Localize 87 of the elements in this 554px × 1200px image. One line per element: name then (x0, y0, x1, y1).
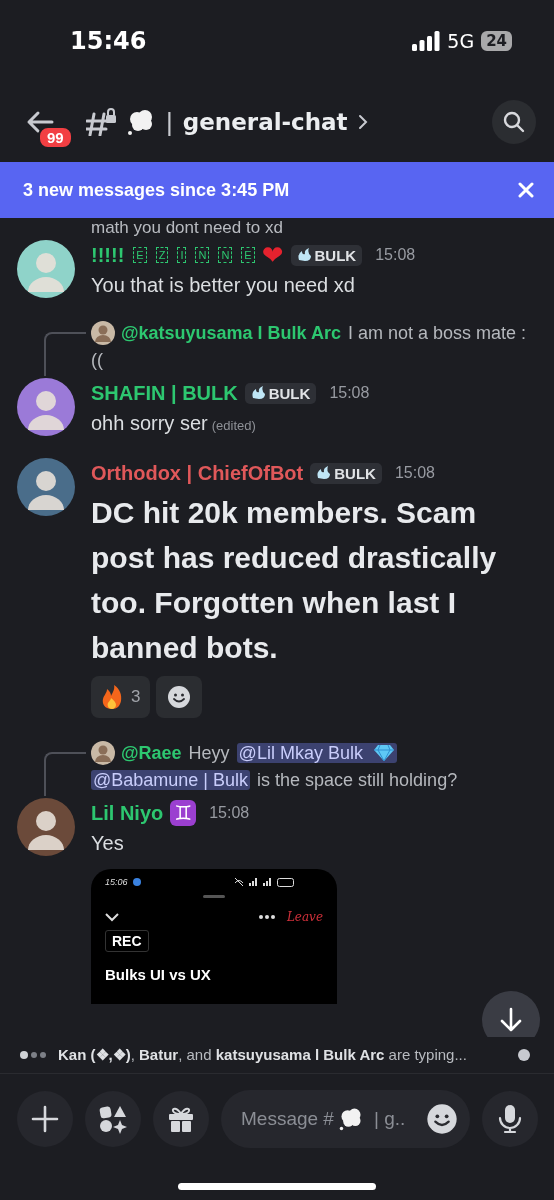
app-icon (132, 878, 141, 886)
boxed-letter: E (241, 247, 255, 263)
search-icon (502, 110, 526, 134)
new-messages-banner[interactable]: 3 new messages since 3:45 PM (0, 162, 554, 218)
role-tag[interactable]: BULK (310, 462, 382, 484)
reaction-button[interactable]: 3 (91, 676, 151, 718)
author-name[interactable]: Lil Niyo (91, 801, 164, 825)
attachment-title: Bulks UI vs UX (105, 966, 212, 983)
author-name[interactable]: !!!!! (91, 243, 125, 267)
rec-label: REC (105, 930, 149, 952)
avatar[interactable] (17, 798, 75, 856)
reply-connector (44, 752, 86, 796)
author-name[interactable]: Orthodox | ChiefOfBot (91, 461, 304, 485)
more-icon (258, 915, 275, 919)
reply-author[interactable]: @katsuyusama l Bulk Arc (121, 323, 341, 343)
boxed-letter: Z (155, 247, 169, 263)
edited-label: (edited) (211, 418, 256, 433)
back-arrow-icon[interactable] (26, 110, 54, 134)
signal-icon (262, 878, 272, 886)
close-icon[interactable] (518, 182, 534, 198)
message-field[interactable]: Message # | g.. (221, 1090, 470, 1148)
reply-author[interactable]: @Raee (121, 743, 182, 763)
timestamp: 15:08 (394, 464, 435, 482)
message-text: DC hit 20k members. Scam post has reduced drastically too. Forgotten when last I banned bots. (91, 495, 498, 666)
attachment-time: 15:06 (105, 877, 128, 887)
avatar[interactable] (17, 458, 75, 516)
typing-indicator: Kan (❖,❖), Batur, and katsuyusama l Bulk Arc are typing... (58, 1046, 467, 1064)
message-text: math you dont need to xd (91, 218, 283, 237)
battery-indicator: 24 (481, 31, 512, 51)
message-text: ohh sorry ser (91, 412, 208, 434)
add-reaction-button[interactable] (156, 676, 203, 718)
unread-badge: 99 (38, 126, 73, 149)
status-time: 15:46 (70, 27, 147, 55)
signal-icon (412, 31, 441, 51)
network-label: 5G (447, 30, 475, 52)
chevron-right-icon[interactable] (357, 114, 368, 130)
locked-channel-icon (86, 108, 116, 136)
plus-icon (31, 1105, 59, 1133)
fire-icon (101, 684, 123, 710)
reply-preview[interactable]: @Raee Heyy @Lil Mkay Bulk @Babamune | Bulk is the space still holding? (91, 740, 538, 794)
flame-icon (296, 248, 312, 262)
timestamp: 15:08 (375, 246, 416, 264)
battery-icon (276, 877, 294, 887)
avatar[interactable] (17, 378, 75, 436)
jump-to-bottom-button[interactable] (482, 991, 540, 1037)
new-messages-text: 3 new messages since 3:45 PM (23, 179, 290, 201)
boxed-letter: I (177, 247, 187, 263)
flame-icon (250, 386, 266, 400)
role-tag[interactable]: BULK (244, 382, 317, 404)
name-emoji: ♊ (170, 800, 197, 826)
boxed-letter: N (195, 247, 210, 263)
gift-icon (167, 1105, 195, 1133)
smiley-icon (167, 685, 192, 709)
arrow-down-icon (499, 1007, 523, 1033)
drag-handle (203, 895, 225, 898)
placeholder-text: | g.. (373, 1108, 406, 1130)
chevron-down-icon (105, 912, 119, 922)
message-text: Yes (91, 832, 124, 854)
role-tag[interactable]: BULK (290, 244, 363, 266)
placeholder-text: Message # (241, 1108, 334, 1130)
timestamp: 15:08 (209, 804, 250, 822)
screenshot-attachment[interactable]: 15:06 Leave REC Bulks UI vs UX (91, 869, 337, 1004)
user-mention[interactable]: @Babamune | Bulk (91, 770, 251, 790)
avatar (91, 741, 115, 765)
search-button[interactable] (492, 100, 536, 144)
emoji-icon[interactable] (426, 1103, 458, 1135)
user-mention[interactable]: @Lil Mkay Bulk (236, 743, 397, 763)
gem-icon (372, 744, 395, 762)
reply-preview[interactable]: @katsuyusama l Bulk Arc I am not a boss mate : (( (91, 320, 538, 374)
channel-separator: | (166, 106, 173, 138)
microphone-icon (498, 1104, 522, 1134)
boxed-letter: E (133, 247, 147, 263)
channel-name[interactable]: general-chat (182, 109, 348, 135)
message-text: You that is better you need xd (91, 274, 355, 296)
flame-icon (316, 466, 332, 480)
author-name[interactable]: SHAFIN | BULK (91, 381, 238, 405)
boxed-letter: N (218, 247, 233, 263)
signal-icon (248, 878, 258, 886)
wifi-off-icon (233, 877, 244, 887)
shapes-icon (98, 1104, 128, 1134)
name-emoji: ❤ (261, 240, 284, 270)
leave-label: Leave (286, 910, 323, 924)
avatar[interactable] (17, 240, 75, 298)
reply-connector (44, 332, 86, 376)
timestamp: 15:08 (329, 384, 370, 402)
avatar (91, 321, 115, 345)
scroll-indicator-icon (518, 1049, 530, 1061)
